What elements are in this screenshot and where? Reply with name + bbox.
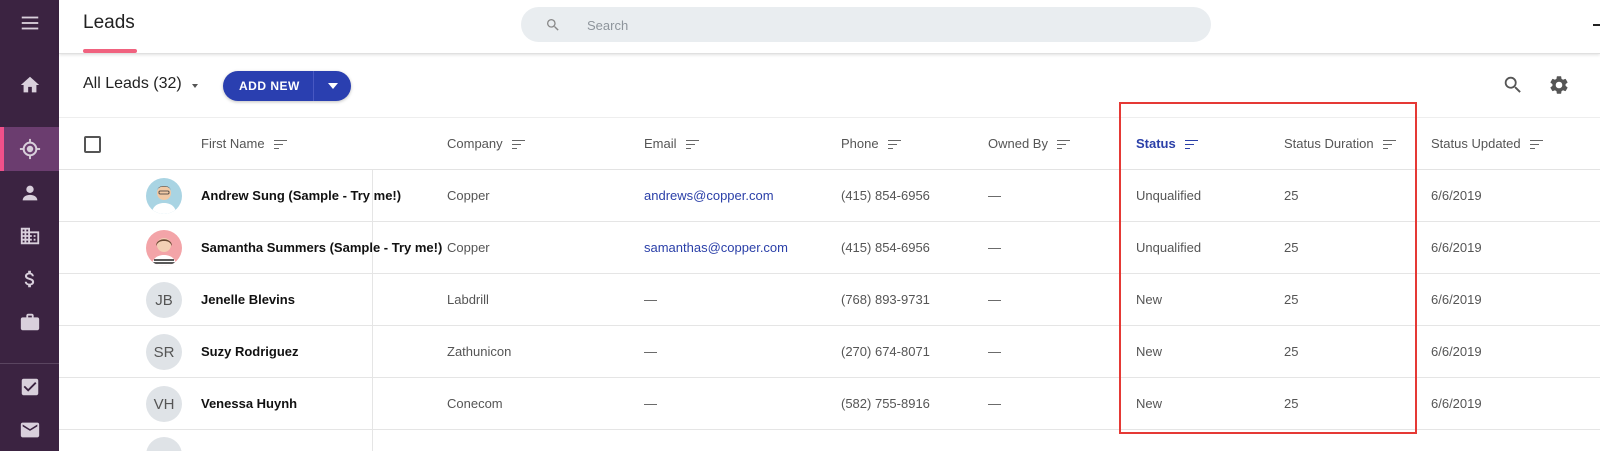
avatar [146,178,182,214]
active-tab-indicator [83,49,137,53]
table-header: First Name Company Email Phone Owned By … [59,117,1600,170]
lead-email[interactable]: andrews@copper.com [644,188,774,203]
lead-phone: (270) 674-8071 [841,344,930,359]
menu-icon[interactable] [0,1,59,45]
dollar-icon[interactable] [0,257,59,301]
lead-owner: — [988,240,1001,255]
sort-icon [1056,139,1070,149]
add-new-label: ADD NEW [239,79,300,93]
column-header-phone[interactable]: Phone [841,136,901,151]
lead-company: Copper [447,188,490,203]
add-new-dropdown-icon[interactable] [314,83,351,89]
leads-table: First Name Company Email Phone Owned By … [59,117,1600,430]
column-header-status[interactable]: Status [1136,136,1198,151]
lead-status-duration: 25 [1284,240,1299,255]
task-check-icon[interactable] [0,365,59,409]
lead-status: Unqualified [1136,240,1202,255]
column-header-first-name[interactable]: First Name [201,136,287,151]
lead-company: Conecom [447,396,503,411]
lead-status: Unqualified [1136,188,1202,203]
column-header-status-duration[interactable]: Status Duration [1284,136,1396,151]
lead-status: New [1136,292,1163,307]
lead-status-updated: 6/6/2019 [1431,188,1482,203]
name-column-divider [372,170,373,451]
search-icon[interactable] [1502,74,1524,96]
search-icon [547,19,559,31]
lead-name[interactable]: Jenelle Blevins [201,292,295,307]
sort-icon [511,139,525,149]
lead-name[interactable]: Venessa Huynh [201,396,297,411]
global-search[interactable] [521,7,1211,42]
briefcase-icon[interactable] [0,300,59,344]
page-title: Leads [83,12,135,33]
lead-phone: (415) 854-6956 [841,240,930,255]
lead-owner: — [988,292,1001,307]
lead-name[interactable]: Suzy Rodriguez [201,344,299,359]
avatar [146,437,182,451]
lead-status-duration: 25 [1284,344,1299,359]
home-icon[interactable] [0,63,59,107]
lead-email: — [644,344,657,359]
lead-status-duration: 25 [1284,188,1299,203]
lead-company: Labdrill [447,292,489,307]
lead-email: — [644,292,657,307]
lead-status-updated: 6/6/2019 [1431,344,1482,359]
table-row[interactable]: SR Suzy Rodriguez Zathunicon — (270) 674… [59,326,1600,378]
lead-company: Copper [447,240,490,255]
sort-icon [1382,139,1396,149]
lead-phone: (768) 893-9731 [841,292,930,307]
mail-icon[interactable] [0,408,59,451]
table-row[interactable]: Samantha Summers (Sample - Try me!) Copp… [59,222,1600,274]
top-header: Leads [59,0,1600,54]
lead-status: New [1136,396,1163,411]
table-row[interactable]: Andrew Sung (Sample - Try me!) Copper an… [59,170,1600,222]
lead-email[interactable]: samanthas@copper.com [644,240,788,255]
column-header-status-updated[interactable]: Status Updated [1431,136,1543,151]
lead-status-duration: 25 [1284,292,1299,307]
lead-status-duration: 25 [1284,396,1299,411]
gear-icon[interactable] [1548,74,1570,96]
minimize-icon[interactable] [1593,24,1600,26]
lead-email: — [644,396,657,411]
search-input[interactable] [587,15,1167,35]
lead-status-updated: 6/6/2019 [1431,240,1482,255]
column-header-email[interactable]: Email [644,136,699,151]
chevron-down-icon [191,84,198,88]
table-row[interactable]: JB Jenelle Blevins Labdrill — (768) 893-… [59,274,1600,326]
lead-status: New [1136,344,1163,359]
lead-name[interactable]: Samantha Summers (Sample - Try me!) [201,240,442,255]
lead-owner: — [988,188,1001,203]
lead-status-updated: 6/6/2019 [1431,292,1482,307]
view-selector-label: All Leads (32) [83,75,182,92]
lead-status-updated: 6/6/2019 [1431,396,1482,411]
avatar: SR [146,334,182,370]
lead-owner: — [988,396,1001,411]
sort-icon [685,139,699,149]
lead-phone: (582) 755-8916 [841,396,930,411]
avatar [146,230,182,266]
sort-icon [887,139,901,149]
sort-icon [1529,139,1543,149]
lead-phone: (415) 854-6956 [841,188,930,203]
table-row[interactable]: VH Venessa Huynh Conecom — (582) 755-891… [59,378,1600,430]
avatar: JB [146,282,182,318]
view-selector[interactable]: All Leads (32) [83,75,198,93]
sidebar-divider [0,363,59,364]
select-all-checkbox[interactable] [84,136,101,153]
add-new-button[interactable]: ADD NEW [223,71,351,101]
lead-company: Zathunicon [447,344,512,359]
leads-target-icon[interactable] [0,127,59,171]
column-header-company[interactable]: Company [447,136,525,151]
left-sidebar [0,0,59,451]
sort-icon [1184,139,1198,149]
sort-icon [273,139,287,149]
lead-owner: — [988,344,1001,359]
avatar: VH [146,386,182,422]
person-icon[interactable] [0,171,59,215]
company-building-icon[interactable] [0,214,59,258]
column-header-owned-by[interactable]: Owned By [988,136,1070,151]
